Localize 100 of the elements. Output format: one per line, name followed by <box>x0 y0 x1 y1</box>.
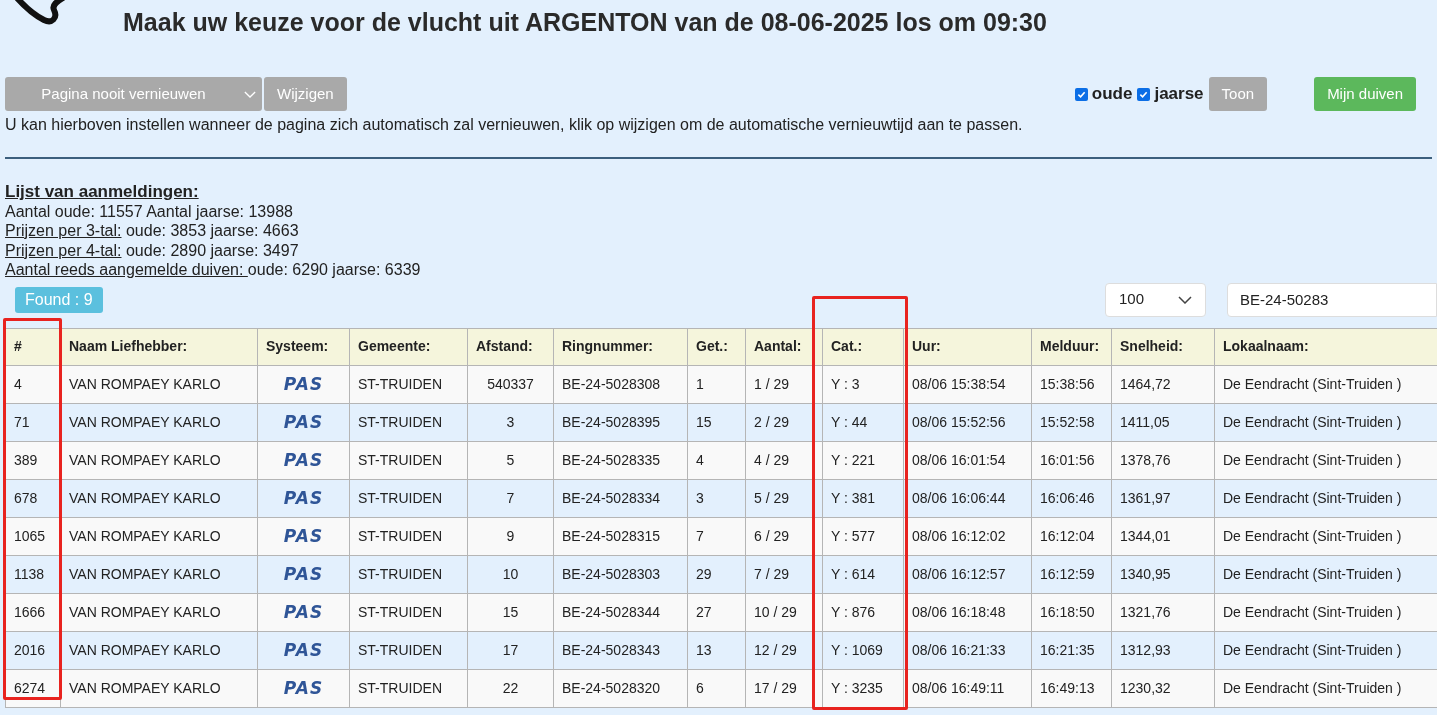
table-cell: 16:01:56 <box>1031 441 1112 479</box>
table-cell: 1344,01 <box>1111 517 1215 555</box>
table-cell: 08/06 16:18:48 <box>903 593 1032 631</box>
table-cell: 15 <box>467 593 554 631</box>
table-cell: 4 / 29 <box>745 441 823 479</box>
table-cell: 17 <box>467 631 554 669</box>
table-cell: 17 / 29 <box>745 669 823 707</box>
table-cell: 08/06 15:38:54 <box>903 365 1032 403</box>
system-logo: PAS <box>257 365 350 403</box>
table-cell: 1 <box>687 365 746 403</box>
page-title: Maak uw keuze voor de vlucht uit ARGENTON van de 08-06-2025 los om 09:30 <box>123 7 1047 38</box>
table-cell: 3 <box>687 479 746 517</box>
stats-link[interactable]: Prijzen per 3-tal: <box>5 221 122 241</box>
column-header: Systeem: <box>257 328 350 365</box>
table-cell: ST-TRUIDEN <box>349 365 468 403</box>
checkbox-label: oude <box>1091 83 1133 106</box>
table-cell: Y : 876 <box>822 593 904 631</box>
table-cell: 10 / 29 <box>745 593 823 631</box>
system-logo: PAS <box>257 479 350 517</box>
table-cell: BE-24-5028334 <box>553 479 688 517</box>
stats-text: oude: 2890 jaarse: 3497 <box>124 240 299 260</box>
table-cell: 7 <box>467 479 554 517</box>
chevron-down-icon <box>1178 295 1192 304</box>
table-cell: VAN ROMPAEY KARLO <box>60 593 258 631</box>
stats-link[interactable]: Aantal reeds aangemelde duiven: <box>5 260 248 280</box>
table-cell: 16:21:35 <box>1031 631 1112 669</box>
table-cell: ST-TRUIDEN <box>349 517 468 555</box>
system-logo: PAS <box>257 403 350 441</box>
table-cell: BE-24-5028320 <box>553 669 688 707</box>
column-header: Ringnummer: <box>553 328 688 365</box>
column-header: Snelheid: <box>1111 328 1215 365</box>
table-cell: 6 / 29 <box>745 517 823 555</box>
table-cell: 08/06 16:12:02 <box>903 517 1032 555</box>
table-cell: 08/06 16:01:54 <box>903 441 1032 479</box>
table-cell: 22 <box>467 669 554 707</box>
table-cell: VAN ROMPAEY KARLO <box>60 441 258 479</box>
table-cell: ST-TRUIDEN <box>349 593 468 631</box>
table-cell: 5 <box>467 441 554 479</box>
table-cell: BE-24-5028303 <box>553 555 688 593</box>
table-cell: 7 / 29 <box>745 555 823 593</box>
table-cell: VAN ROMPAEY KARLO <box>60 403 258 441</box>
table-cell: Y : 44 <box>822 403 904 441</box>
table-cell: 16:12:04 <box>1031 517 1112 555</box>
table-cell: 1321,76 <box>1111 593 1215 631</box>
table-cell: ST-TRUIDEN <box>349 669 468 707</box>
table-cell: 1378,76 <box>1111 441 1215 479</box>
column-header: Uur: <box>903 328 1032 365</box>
table-cell: 6 <box>687 669 746 707</box>
table-cell: BE-24-5028395 <box>553 403 688 441</box>
table-cell: BE-24-5028343 <box>553 631 688 669</box>
table-cell: 2 / 29 <box>745 403 823 441</box>
stats-text: Aantal oude: 11557 Aantal jaarse: 13988 <box>5 201 294 221</box>
search-field[interactable]: BE-24-50283 <box>1227 282 1437 317</box>
table-cell: BE-24-5028344 <box>553 593 688 631</box>
column-header: Aantal: <box>745 328 823 365</box>
table-cell: VAN ROMPAEY KARLO <box>60 517 258 555</box>
system-logo: PAS <box>257 631 350 669</box>
checkbox[interactable] <box>1074 87 1088 101</box>
table-cell: 27 <box>687 593 746 631</box>
table-cell: 13 <box>687 631 746 669</box>
table-cell: 12 / 29 <box>745 631 823 669</box>
table-cell: 15:38:56 <box>1031 365 1112 403</box>
page-size-select[interactable]: 100 <box>1105 282 1206 317</box>
table-cell: 16:06:46 <box>1031 479 1112 517</box>
table-cell: ST-TRUIDEN <box>349 441 468 479</box>
table-cell: 540337 <box>467 365 554 403</box>
table-cell: 1361,97 <box>1111 479 1215 517</box>
stats-link[interactable]: Prijzen per 4-tal: <box>5 240 122 260</box>
table-cell: Y : 3 <box>822 365 904 403</box>
table-cell: Y : 577 <box>822 517 904 555</box>
table-cell: 08/06 16:06:44 <box>903 479 1032 517</box>
system-logo: PAS <box>257 593 350 631</box>
table-cell: 15:52:58 <box>1031 403 1112 441</box>
system-logo: PAS <box>257 555 350 593</box>
table-cell: 9 <box>467 517 554 555</box>
table-cell: VAN ROMPAEY KARLO <box>60 669 258 707</box>
table-cell: Y : 221 <box>822 441 904 479</box>
checkbox[interactable] <box>1137 87 1151 101</box>
table-cell: Y : 381 <box>822 479 904 517</box>
list-heading: Lijst van aanmeldingen: <box>5 182 200 202</box>
checkbox-label: jaarse <box>1154 83 1204 106</box>
help-text: U kan hierboven instellen wanneer de pagina zich automatisch zal vernieuwen, klik op wijzigen om de automatische vernieuwtijd aan te passen. <box>4 115 1024 135</box>
table-cell: VAN ROMPAEY KARLO <box>60 631 258 669</box>
chevron-down-icon <box>244 90 256 98</box>
column-header: Afstand: <box>467 328 554 365</box>
table-cell: VAN ROMPAEY KARLO <box>60 479 258 517</box>
system-logo: PAS <box>257 669 350 707</box>
table-cell: 1230,32 <box>1111 669 1215 707</box>
column-header: Naam Liefhebber: <box>60 328 258 365</box>
table-cell: 7 <box>687 517 746 555</box>
table-cell: 5 / 29 <box>745 479 823 517</box>
table-cell: ST-TRUIDEN <box>349 631 468 669</box>
table-cell: ST-TRUIDEN <box>349 555 468 593</box>
table-cell: 10 <box>467 555 554 593</box>
table-cell: BE-24-5028335 <box>553 441 688 479</box>
table-cell: 1312,93 <box>1111 631 1215 669</box>
column-header: # <box>5 328 61 365</box>
table-cell: 08/06 15:52:56 <box>903 403 1032 441</box>
stats-text: oude: 3853 jaarse: 4663 <box>124 221 299 241</box>
found-badge: Found : 9 <box>15 286 103 313</box>
